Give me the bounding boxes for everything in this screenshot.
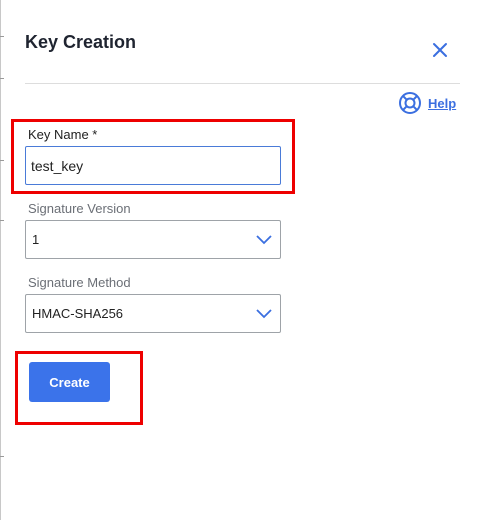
key-name-input[interactable] <box>25 146 281 185</box>
signature-method-value: HMAC-SHA256 <box>32 306 124 321</box>
header-divider <box>25 83 460 84</box>
signature-method-select[interactable]: HMAC-SHA256 <box>25 294 281 333</box>
signature-version-label: Signature Version <box>28 201 131 216</box>
key-name-label: Key Name * <box>28 127 98 142</box>
lifebuoy-icon <box>399 92 421 114</box>
chevron-down-icon <box>256 235 272 245</box>
close-icon <box>433 43 447 57</box>
edge-tick <box>0 160 4 161</box>
edge-tick <box>0 36 4 37</box>
signature-version-select[interactable]: 1 <box>25 220 281 259</box>
edge-tick <box>0 78 4 79</box>
dialog-title: Key Creation <box>25 32 137 52</box>
key-creation-dialog: Key Creation Help Key Name * Signature V… <box>0 0 478 520</box>
edge-tick <box>0 456 4 457</box>
signature-version-value: 1 <box>32 232 40 247</box>
help-label: Help <box>428 95 457 111</box>
chevron-down-icon <box>256 309 272 319</box>
signature-method-label: Signature Method <box>28 275 131 290</box>
edge-tick <box>0 220 4 221</box>
create-button[interactable]: Create <box>29 362 110 402</box>
close-button[interactable] <box>430 40 450 60</box>
help-link[interactable]: Help <box>398 91 456 115</box>
